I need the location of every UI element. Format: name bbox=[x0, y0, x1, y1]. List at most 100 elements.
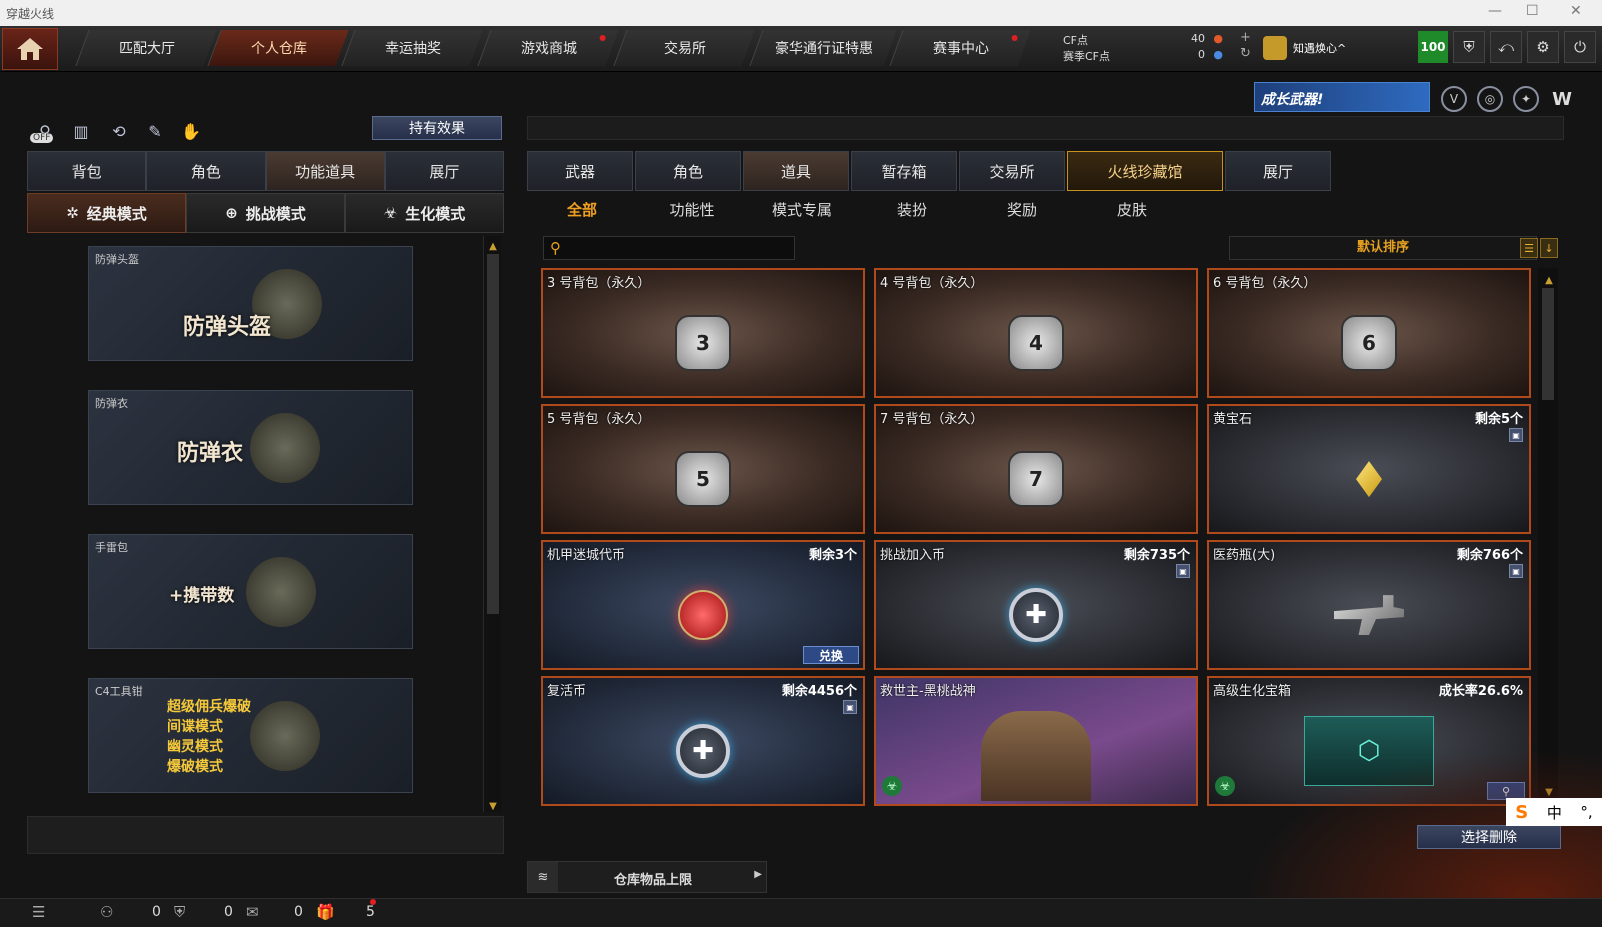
item-card[interactable]: 6 号背包（永久） 6 bbox=[1207, 268, 1531, 398]
friends-icon[interactable]: ⚇ bbox=[100, 903, 113, 921]
select-delete-button[interactable]: 选择删除 bbox=[1417, 825, 1561, 849]
right-tab-0[interactable]: 武器 bbox=[527, 151, 633, 191]
item-card[interactable]: 复活币 剩余4456个 ▣ ✚ bbox=[541, 676, 865, 806]
return-icon[interactable]: ⤺ bbox=[1490, 31, 1522, 63]
scroll-up-icon[interactable]: ▲ bbox=[1540, 272, 1558, 288]
nav-tab-6[interactable]: 赛事中心 bbox=[889, 30, 1031, 66]
list-item-vest[interactable]: 防弹衣 防弹衣 bbox=[88, 390, 413, 505]
menu-icon[interactable]: ☰ bbox=[32, 903, 45, 921]
item-card[interactable]: 机甲迷城代币 剩余3个 兑换 bbox=[541, 540, 865, 670]
item-card[interactable]: 医药瓶(大) 剩余766个 ▣ bbox=[1207, 540, 1531, 670]
holding-effect-button[interactable]: 持有效果 bbox=[372, 116, 502, 140]
backpack-icon: 7 bbox=[1008, 451, 1064, 508]
user-info[interactable]: 知遇焕心^ bbox=[1263, 32, 1346, 64]
search-field[interactable]: ⚲ bbox=[543, 236, 795, 260]
item-quantity: 成长率26.6% bbox=[1438, 684, 1523, 699]
nav-tab-0[interactable]: 匹配大厅 bbox=[75, 30, 217, 66]
left-tab-1[interactable]: 角色 bbox=[146, 151, 266, 191]
hand-icon[interactable]: ✋ bbox=[178, 118, 204, 144]
right-tab-6[interactable]: 展厅 bbox=[1225, 151, 1331, 191]
subtab-0[interactable]: 全部 bbox=[527, 197, 637, 223]
list-view-icon[interactable]: ☰ bbox=[1520, 238, 1538, 258]
subtab-2[interactable]: 模式专属 bbox=[747, 197, 857, 223]
globe-icon[interactable]: ◎ bbox=[1477, 86, 1503, 112]
window-title: 穿越火线 bbox=[6, 7, 55, 21]
lock-icon[interactable]: ▣ bbox=[1509, 428, 1523, 442]
shield-icon[interactable]: ⛨ bbox=[1453, 31, 1485, 63]
history-icon[interactable]: ⟲ bbox=[106, 118, 132, 144]
scroll-up-icon[interactable]: ▲ bbox=[484, 238, 502, 254]
mode-tab-1[interactable]: ⊕ 挑战模式 bbox=[186, 193, 345, 233]
gift-icon[interactable]: 🎁 bbox=[316, 903, 335, 921]
gear-icon[interactable]: ⚙ bbox=[1527, 31, 1559, 63]
ime-toolbar[interactable]: S 中 °, bbox=[1506, 798, 1602, 826]
scroll-down-icon[interactable]: ▼ bbox=[484, 798, 502, 814]
ime-punct[interactable]: °, bbox=[1580, 803, 1592, 821]
right-tab-1[interactable]: 角色 bbox=[635, 151, 741, 191]
item-card[interactable]: 5 号背包（永久） 5 bbox=[541, 404, 865, 534]
chevron-right-icon[interactable]: ▶ bbox=[754, 869, 762, 880]
home-button[interactable] bbox=[2, 28, 58, 70]
nav-tab-3[interactable]: 游戏商城 bbox=[477, 30, 619, 66]
search-input[interactable] bbox=[570, 239, 790, 257]
status-bar: ☰ ⚇ 0 ⛨ 0 ✉ 0 🎁 5 bbox=[0, 898, 1602, 927]
add-icon[interactable]: + bbox=[1240, 30, 1251, 45]
medkit-gun-icon bbox=[1334, 595, 1404, 636]
refresh-icon[interactable]: ↻ bbox=[1240, 46, 1251, 61]
minimize-icon[interactable]: — bbox=[1488, 3, 1502, 19]
right-tab-2[interactable]: 道具 bbox=[743, 151, 849, 191]
left-tab-0[interactable]: 背包 bbox=[27, 151, 147, 191]
exchange-button[interactable]: 兑换 bbox=[803, 646, 859, 664]
item-card[interactable]: 3 号背包（永久） 3 bbox=[541, 268, 865, 398]
power-icon[interactable]: ⏻ bbox=[1564, 31, 1596, 63]
w-logo-icon[interactable]: W bbox=[1549, 86, 1575, 112]
maximize-icon[interactable]: ☐ bbox=[1526, 3, 1539, 19]
growth-weapon-banner[interactable]: 成长武器! bbox=[1254, 82, 1430, 112]
item-card[interactable]: 黄宝石 剩余5个 ▣ bbox=[1207, 404, 1531, 534]
right-tab-5[interactable]: 火线珍藏馆 bbox=[1067, 151, 1223, 191]
list-item-grenade-pack[interactable]: 手雷包 +携带数 bbox=[88, 534, 413, 649]
subtab-1[interactable]: 功能性 bbox=[637, 197, 747, 223]
nav-tab-4[interactable]: 交易所 bbox=[613, 30, 755, 66]
right-scrollbar[interactable] bbox=[1538, 268, 1558, 798]
nav-tab-2[interactable]: 幸运抽奖 bbox=[341, 30, 483, 66]
right-tab-4[interactable]: 交易所 bbox=[959, 151, 1065, 191]
mode-tab-2[interactable]: ☣ 生化模式 bbox=[345, 193, 504, 233]
emblem-icon[interactable]: V bbox=[1441, 86, 1467, 112]
item-image: 7 bbox=[1008, 451, 1064, 508]
subtab-3[interactable]: 装扮 bbox=[857, 197, 967, 223]
mode-tab-0[interactable]: ✲ 经典模式 bbox=[27, 193, 186, 233]
left-tab-2[interactable]: 功能道具 bbox=[265, 151, 385, 191]
scroll-thumb[interactable] bbox=[487, 254, 499, 614]
nav-tab-1[interactable]: 个人仓库 bbox=[207, 30, 349, 66]
lock-icon[interactable]: ▣ bbox=[1176, 564, 1190, 578]
lock-icon[interactable]: ▣ bbox=[843, 700, 857, 714]
subtab-5[interactable]: 皮肤 bbox=[1077, 197, 1187, 223]
item-card[interactable]: 救世主-黑桃战神 ☣ bbox=[874, 676, 1198, 806]
sort-select[interactable]: 默认排序 bbox=[1229, 236, 1537, 260]
gift-badge-icon[interactable]: ✦ bbox=[1513, 86, 1539, 112]
right-tab-3[interactable]: 暂存箱 bbox=[851, 151, 957, 191]
sort-order-icon[interactable]: ↓ bbox=[1540, 238, 1558, 258]
list-item-helmet[interactable]: 防弹头盔 防弹头盔 bbox=[88, 246, 413, 361]
brush-icon[interactable]: ✎ bbox=[142, 118, 168, 144]
item-image bbox=[1356, 461, 1382, 498]
left-tab-3[interactable]: 展厅 bbox=[384, 151, 504, 191]
subtab-4[interactable]: 奖励 bbox=[967, 197, 1077, 223]
scroll-thumb[interactable] bbox=[1542, 288, 1554, 400]
chat-icon[interactable]: ✉ bbox=[246, 903, 259, 921]
item-card[interactable]: 7 号背包（永久） 7 bbox=[874, 404, 1198, 534]
list-item-c4-pliers[interactable]: C4工具钳 超级佣兵爆破 间谍模式 幽灵模式 爆破模式 bbox=[88, 678, 413, 793]
item-title: 防弹头盔 bbox=[183, 315, 272, 340]
item-quantity: 剩余4456个 bbox=[781, 684, 857, 699]
clan-icon[interactable]: ⛨ bbox=[174, 903, 185, 921]
close-icon[interactable]: ✕ bbox=[1570, 3, 1582, 19]
left-scrollbar[interactable] bbox=[483, 236, 501, 812]
item-card[interactable]: 4 号背包（永久） 4 bbox=[874, 268, 1198, 398]
item-card[interactable]: 挑战加入币 剩余735个 ▣ ✚ bbox=[874, 540, 1198, 670]
nav-tab-5[interactable]: 豪华通行证特惠 bbox=[749, 30, 897, 66]
storage-limit-bar[interactable]: ≋ 仓库物品上限 ▶ bbox=[527, 861, 767, 893]
podium-icon[interactable]: ▥ bbox=[68, 118, 94, 144]
lock-icon[interactable]: ▣ bbox=[1509, 564, 1523, 578]
ime-mode[interactable]: 中 bbox=[1547, 802, 1562, 823]
